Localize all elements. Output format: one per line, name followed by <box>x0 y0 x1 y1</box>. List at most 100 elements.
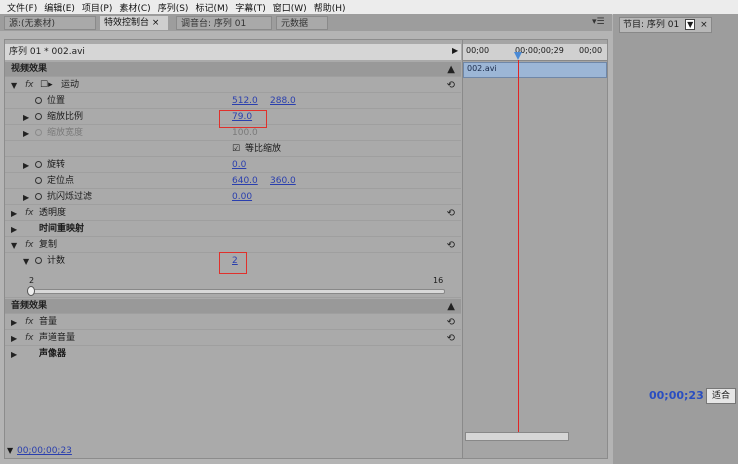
uniform-scale-label: 等比缩放 <box>245 144 282 154</box>
anchor-y-value[interactable]: 360.0 <box>270 174 296 189</box>
count-slider-thumb[interactable] <box>27 286 35 296</box>
panel-menu-icon[interactable]: ▾☰ <box>592 17 605 27</box>
program-tab-label: 节目: 序列 01 <box>623 20 680 30</box>
tab-program[interactable]: 节目: 序列 01 ▼ × <box>619 17 712 33</box>
ruler-end: 00;00 <box>579 46 603 55</box>
effect-row-replicate[interactable]: ▼ fx 复制 ⟲ <box>5 238 461 253</box>
slider-max-label: 16 <box>433 276 444 285</box>
expand-triangle-icon[interactable]: ▼ <box>11 78 17 93</box>
menu-help[interactable]: 帮助(H) <box>314 1 346 14</box>
reset-icon[interactable]: ⟲ <box>447 315 455 330</box>
effect-row-channel-volume[interactable]: ▶ fx 声道音量 ⟲ <box>5 331 461 346</box>
timecode-marker-icon: ▼ <box>7 446 14 455</box>
channel-volume-label: 声道音量 <box>39 333 76 343</box>
tab-metadata[interactable]: 元数据 <box>276 16 328 30</box>
count-slider-track[interactable] <box>29 289 445 294</box>
rotation-value[interactable]: 0.0 <box>232 158 246 173</box>
volume-label: 音量 <box>39 317 58 327</box>
motion-label: 运动 <box>61 80 80 90</box>
expand-triangle-icon[interactable]: ▶ <box>23 190 29 205</box>
effect-row-motion[interactable]: ▼ fx ☐▸ 运动 ⟲ <box>5 78 461 93</box>
fit-dropdown[interactable]: 适合 <box>706 388 736 404</box>
expand-triangle-icon[interactable]: ▶ <box>11 222 17 237</box>
count-slider-row: 2 16 <box>5 274 461 298</box>
expand-triangle-icon[interactable]: ▶ <box>11 315 17 330</box>
ruler-mid: 00;00;00;29 <box>515 46 564 55</box>
position-y-value[interactable]: 288.0 <box>270 94 296 109</box>
panel-tab-bar: 源:(无素材) 特效控制台 × 调音台: 序列 01 元数据 ▾☰ <box>0 14 612 31</box>
scale-width-label: 缩放宽度 <box>47 128 84 138</box>
rotation-label: 旋转 <box>47 160 66 170</box>
expand-triangle-icon: ▶ <box>23 129 30 138</box>
menu-title[interactable]: 字幕(T) <box>235 1 266 14</box>
play-arrow-icon[interactable]: ▶ <box>452 46 458 55</box>
expand-triangle-icon[interactable]: ▶ <box>11 206 17 221</box>
bottom-status: ▼ 00;00;00;23 <box>5 444 461 458</box>
replicate-label: 复制 <box>39 240 58 250</box>
antiflicker-value[interactable]: 0.00 <box>232 190 252 205</box>
expand-triangle-icon[interactable]: ▶ <box>23 110 29 125</box>
menu-marker[interactable]: 标记(M) <box>195 1 228 14</box>
effect-row-time-remap[interactable]: ▶ 时间重映射 <box>5 222 461 237</box>
expand-triangle-icon[interactable]: ▶ <box>11 347 17 362</box>
stopwatch-icon[interactable] <box>35 177 42 184</box>
position-label: 位置 <box>47 96 66 106</box>
program-tab-close[interactable]: × <box>700 20 708 30</box>
expand-triangle-icon[interactable]: ▶ <box>11 331 17 346</box>
effect-row-volume[interactable]: ▶ fx 音量 ⟲ <box>5 315 461 330</box>
expand-triangle-icon[interactable]: ▼ <box>11 238 17 253</box>
anchor-x-value[interactable]: 640.0 <box>232 174 258 189</box>
fx-icon[interactable]: fx <box>25 238 34 253</box>
menu-bar: 文件(F) 编辑(E) 项目(P) 素材(C) 序列(S) 标记(M) 字幕(T… <box>0 0 738 15</box>
ruler-start: 00;00 <box>466 46 490 55</box>
program-timecode[interactable]: 00;00;23 <box>649 389 704 402</box>
uniform-scale-checkbox[interactable]: ☑ <box>232 142 240 157</box>
scale-label: 缩放比例 <box>47 112 84 122</box>
timeline-scrollbar[interactable] <box>465 432 569 441</box>
opacity-label: 透明度 <box>39 208 67 218</box>
panner-label: 声像器 <box>39 349 67 359</box>
stopwatch-icon[interactable] <box>35 257 42 264</box>
stopwatch-icon[interactable] <box>35 113 42 120</box>
expand-triangle-icon[interactable]: ▼ <box>23 254 29 269</box>
reset-icon[interactable]: ⟲ <box>447 78 455 93</box>
menu-sequence[interactable]: 序列(S) <box>158 1 189 14</box>
audio-effects-label: 音频效果 <box>11 301 48 311</box>
count-label: 计数 <box>47 256 66 266</box>
count-highlight-box <box>219 252 247 274</box>
antiflicker-label: 抗闪烁过滤 <box>47 192 93 202</box>
dropdown-icon[interactable]: ▼ <box>685 19 696 30</box>
tab-audio-mixer[interactable]: 调音台: 序列 01 <box>176 16 272 30</box>
position-x-value[interactable]: 512.0 <box>232 94 258 109</box>
tab-effect-controls[interactable]: 特效控制台 × <box>100 16 168 30</box>
current-time[interactable]: 00;00;00;23 <box>17 444 72 458</box>
stopwatch-icon[interactable] <box>35 161 42 168</box>
expand-triangle-icon[interactable]: ▶ <box>23 158 29 173</box>
reset-icon[interactable]: ⟲ <box>447 206 455 221</box>
fx-icon[interactable]: fx <box>25 78 34 93</box>
stopwatch-icon[interactable] <box>35 193 42 200</box>
stopwatch-icon[interactable] <box>35 97 42 104</box>
clip-bar[interactable]: 002.avi <box>463 62 607 78</box>
effect-row-opacity[interactable]: ▶ fx 透明度 ⟲ <box>5 206 461 221</box>
video-effects-label: 视频效果 <box>11 64 48 74</box>
menu-clip[interactable]: 素材(C) <box>119 1 150 14</box>
collapse-up-icon[interactable]: ▲ <box>447 62 455 77</box>
sequence-clip-label: 序列 01 * 002.avi <box>5 44 461 60</box>
menu-file[interactable]: 文件(F) <box>7 1 37 14</box>
motion-transform-icon: ☐▸ <box>40 80 53 90</box>
menu-project[interactable]: 项目(P) <box>82 1 112 14</box>
menu-edit[interactable]: 编辑(E) <box>44 1 75 14</box>
program-monitor-panel: 节目: 序列 01 ▼ × 00;00;23 适合 <box>613 14 738 464</box>
reset-icon[interactable]: ⟲ <box>447 331 455 346</box>
reset-icon[interactable]: ⟲ <box>447 238 455 253</box>
fx-icon[interactable]: fx <box>25 331 34 346</box>
menu-window[interactable]: 窗口(W) <box>273 1 307 14</box>
effect-row-panner[interactable]: ▶ 声像器 <box>5 347 461 362</box>
tab-source[interactable]: 源:(无素材) <box>4 16 96 30</box>
stopwatch-icon <box>35 129 42 136</box>
timeline-ruler[interactable]: 00;00 00;00;00;29 00;00 <box>463 44 607 61</box>
fx-icon[interactable]: fx <box>25 315 34 330</box>
fx-icon[interactable]: fx <box>25 206 34 221</box>
collapse-up-icon[interactable]: ▲ <box>447 299 455 314</box>
